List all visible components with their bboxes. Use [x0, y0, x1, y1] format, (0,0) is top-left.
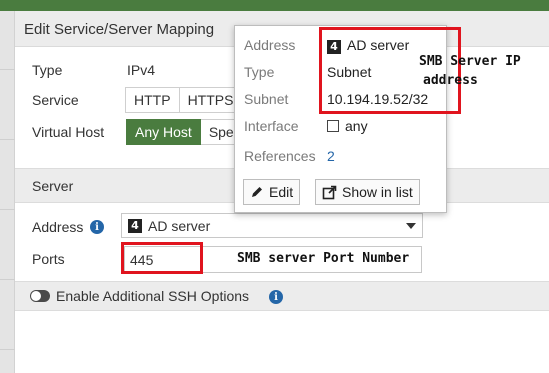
dialog-title: Edit Service/Server Mapping: [24, 21, 215, 38]
ssh-options-toggle[interactable]: [30, 290, 50, 302]
smb-port-annotation: SMB server Port Number: [237, 251, 410, 266]
service-http-button[interactable]: HTTP: [125, 87, 180, 113]
smb-ip-annotation: SMB Server IP address: [419, 54, 521, 88]
virtual-host-any-button[interactable]: Any Host: [126, 119, 201, 145]
info-icon[interactable]: i: [269, 290, 283, 304]
address-select-value: AD server: [148, 217, 211, 234]
popup-show-in-list-button[interactable]: Show in list: [315, 179, 420, 205]
popup-interface-label: Interface: [244, 118, 299, 134]
virtual-host-label: Virtual Host: [32, 124, 105, 140]
top-strip: [0, 0, 549, 11]
popup-edit-button[interactable]: Edit: [243, 179, 301, 205]
popup-interface-value: any: [327, 118, 368, 134]
edit-button-label: Edit: [269, 184, 294, 200]
popup-subnet-label: Subnet: [244, 91, 289, 107]
interface-checkbox-icon: [327, 120, 339, 132]
type-value: IPv4: [127, 62, 156, 78]
virtual-host-button-group: Any Host Spe: [126, 119, 243, 145]
server-section-title: Server: [32, 178, 74, 194]
chevron-down-icon: [406, 223, 416, 229]
toggle-knob: [31, 291, 41, 301]
address-object-icon: 4: [128, 218, 142, 233]
external-link-icon: [322, 185, 337, 199]
service-label: Service: [32, 92, 79, 108]
info-icon[interactable]: i: [90, 220, 104, 234]
popup-references-label: References: [244, 148, 316, 164]
type-label: Type: [32, 62, 63, 78]
ports-highlight-box: [121, 242, 203, 274]
address-label: Address: [32, 219, 84, 235]
show-in-list-label: Show in list: [342, 184, 413, 200]
ports-label: Ports: [32, 251, 65, 267]
address-select[interactable]: 4 AD server: [121, 213, 423, 238]
left-rail: [0, 11, 15, 373]
popup-type-label: Type: [244, 64, 275, 80]
service-button-group: HTTP HTTPS: [125, 87, 243, 113]
popup-references-link[interactable]: 2: [327, 148, 335, 164]
popup-address-label: Address: [244, 37, 296, 53]
ssh-options-label: Enable Additional SSH Options: [56, 288, 250, 304]
pencil-icon: [252, 187, 262, 197]
